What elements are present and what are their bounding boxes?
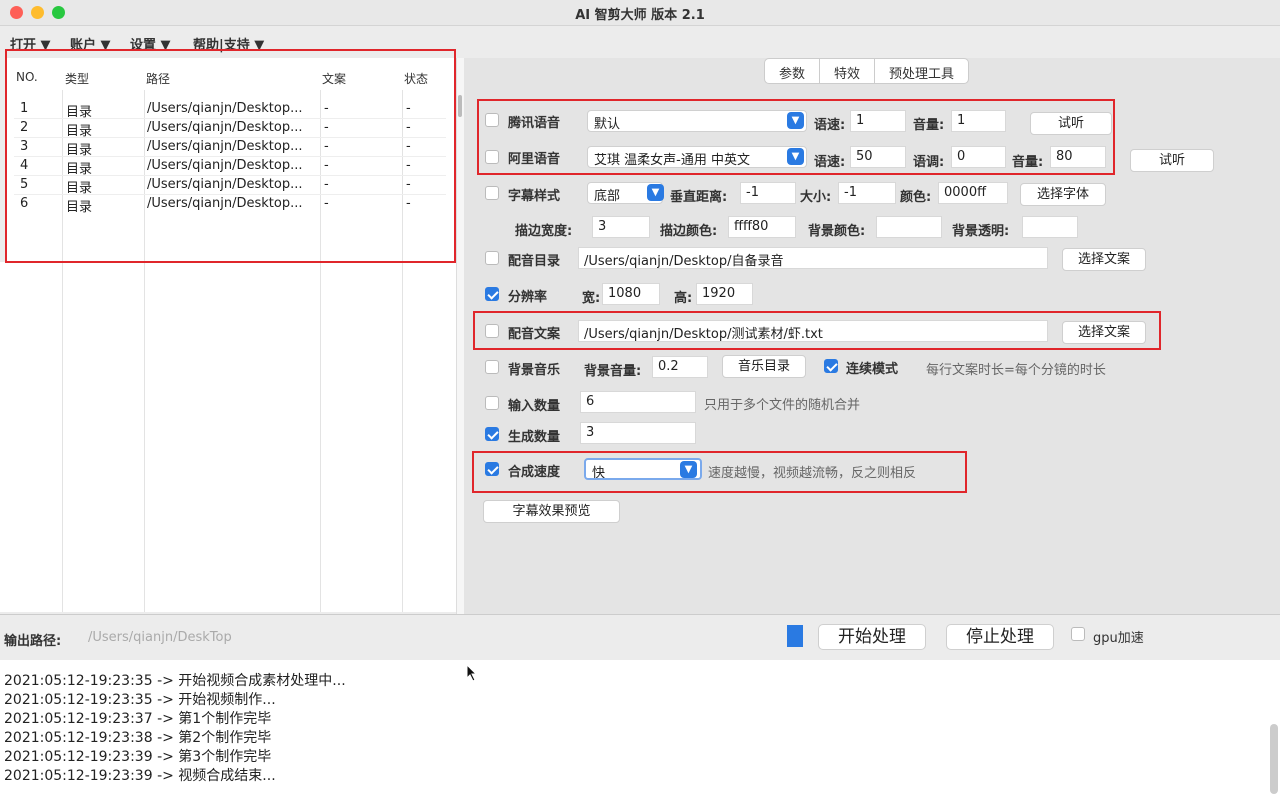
log-line: 2021:05:12-19:23:35 -> 开始视频合成素材处理中...: [4, 673, 346, 689]
bg-alpha-label: 背景透明:: [952, 224, 1010, 239]
input-count-input[interactable]: 6: [580, 391, 696, 413]
subtitle-style-label: 字幕样式: [508, 189, 561, 204]
window-title: AI 智剪大师 版本 2.1: [575, 8, 705, 23]
bgm-label: 背景音乐: [508, 363, 561, 378]
dub-dir-choose-button[interactable]: 选择文案: [1062, 248, 1146, 271]
aliyun-listen-button[interactable]: 试听: [1130, 149, 1214, 172]
res-width-label: 宽:: [582, 291, 601, 306]
font-size-label: 大小:: [800, 190, 832, 205]
highlight-box-speed: [472, 451, 967, 493]
bg-color-label: 背景颜色:: [808, 224, 866, 239]
input-count-checkbox[interactable]: [485, 396, 499, 410]
dub-dir-input[interactable]: /Users/qianjn/Desktop/自备录音: [578, 247, 1048, 269]
log-scrollbar[interactable]: [1270, 724, 1278, 794]
bg-alpha-input[interactable]: [1022, 216, 1078, 238]
gpu-checkbox[interactable]: [1071, 627, 1085, 641]
log-line: 2021:05:12-19:23:38 -> 第2个制作完毕: [4, 730, 272, 746]
resolution-checkbox[interactable]: [485, 287, 499, 301]
continuous-mode-label: 连续模式: [846, 362, 899, 377]
stroke-width-label: 描边宽度:: [515, 224, 573, 239]
continuous-mode-checkbox[interactable]: [824, 359, 838, 373]
highlight-box-table: [5, 49, 456, 263]
input-count-hint: 只用于多个文件的随机合并: [704, 398, 861, 413]
progress-indicator: [787, 625, 803, 647]
stroke-color-input[interactable]: ffff80: [728, 216, 796, 238]
settings-tabs: 参数 特效 预处理工具: [764, 58, 970, 84]
choose-font-button[interactable]: 选择字体: [1020, 183, 1106, 206]
title-bar: AI 智剪大师 版本 2.1: [0, 0, 1280, 26]
vmargin-input[interactable]: -1: [740, 182, 796, 204]
log-line: 2021:05:12-19:23:35 -> 开始视频制作...: [4, 692, 276, 708]
font-size-input[interactable]: -1: [838, 182, 896, 204]
output-count-input[interactable]: 3: [580, 422, 696, 444]
bgm-volume-input[interactable]: 0.2: [652, 356, 708, 378]
music-dir-button[interactable]: 音乐目录: [722, 355, 806, 378]
output-path-input[interactable]: /Users/qianjn/DeskTop: [88, 630, 232, 645]
log-line: 2021:05:12-19:23:39 -> 第3个制作完毕: [4, 749, 272, 765]
res-height-label: 高:: [674, 291, 693, 306]
log-line: 2021:05:12-19:23:37 -> 第1个制作完毕: [4, 711, 272, 727]
output-count-checkbox[interactable]: [485, 427, 499, 441]
dub-dir-checkbox[interactable]: [485, 251, 499, 265]
continuous-mode-hint: 每行文案时长=每个分镜的时长: [926, 363, 1106, 378]
bgm-checkbox[interactable]: [485, 360, 499, 374]
stroke-color-label: 描边颜色:: [660, 224, 718, 239]
output-bar: 输出路径: /Users/qianjn/DeskTop 开始处理 停止处理 gp…: [0, 614, 1280, 660]
tab-params[interactable]: 参数: [765, 59, 821, 83]
highlight-box-dub-copy: [473, 311, 1161, 350]
stroke-width-input[interactable]: 3: [592, 216, 650, 238]
highlight-box-voice: [477, 99, 1115, 175]
tab-preprocess[interactable]: 预处理工具: [875, 59, 968, 83]
panel-splitter[interactable]: [456, 58, 464, 614]
subtitle-style-checkbox[interactable]: [485, 186, 499, 200]
output-count-label: 生成数量: [508, 430, 561, 445]
font-color-label: 颜色:: [900, 190, 932, 205]
subtitle-position-value: 底部: [594, 189, 621, 204]
mouse-cursor-icon: [466, 664, 478, 682]
tab-effects[interactable]: 特效: [820, 59, 876, 83]
subtitle-preview-button[interactable]: 字幕效果预览: [483, 500, 620, 523]
stop-button[interactable]: 停止处理: [946, 624, 1054, 650]
dub-dir-label: 配音目录: [508, 254, 561, 269]
bgm-volume-label: 背景音量:: [584, 364, 642, 379]
output-path-label: 输出路径:: [4, 634, 62, 649]
input-count-label: 输入数量: [508, 399, 561, 414]
file-table-empty-area: [0, 262, 456, 612]
res-width-input[interactable]: 1080: [602, 283, 660, 305]
resolution-label: 分辨率: [508, 290, 548, 305]
start-button[interactable]: 开始处理: [818, 624, 926, 650]
bg-color-input[interactable]: [876, 216, 942, 238]
vmargin-label: 垂直距离:: [670, 190, 728, 205]
table-scrollbar[interactable]: [458, 95, 462, 117]
chevron-down-icon[interactable]: ▼: [647, 184, 664, 201]
font-color-input[interactable]: 0000ff: [938, 182, 1008, 204]
res-height-input[interactable]: 1920: [696, 283, 753, 305]
log-line: 2021:05:12-19:23:39 -> 视频合成结束...: [4, 768, 276, 784]
gpu-label: gpu加速: [1093, 631, 1144, 646]
